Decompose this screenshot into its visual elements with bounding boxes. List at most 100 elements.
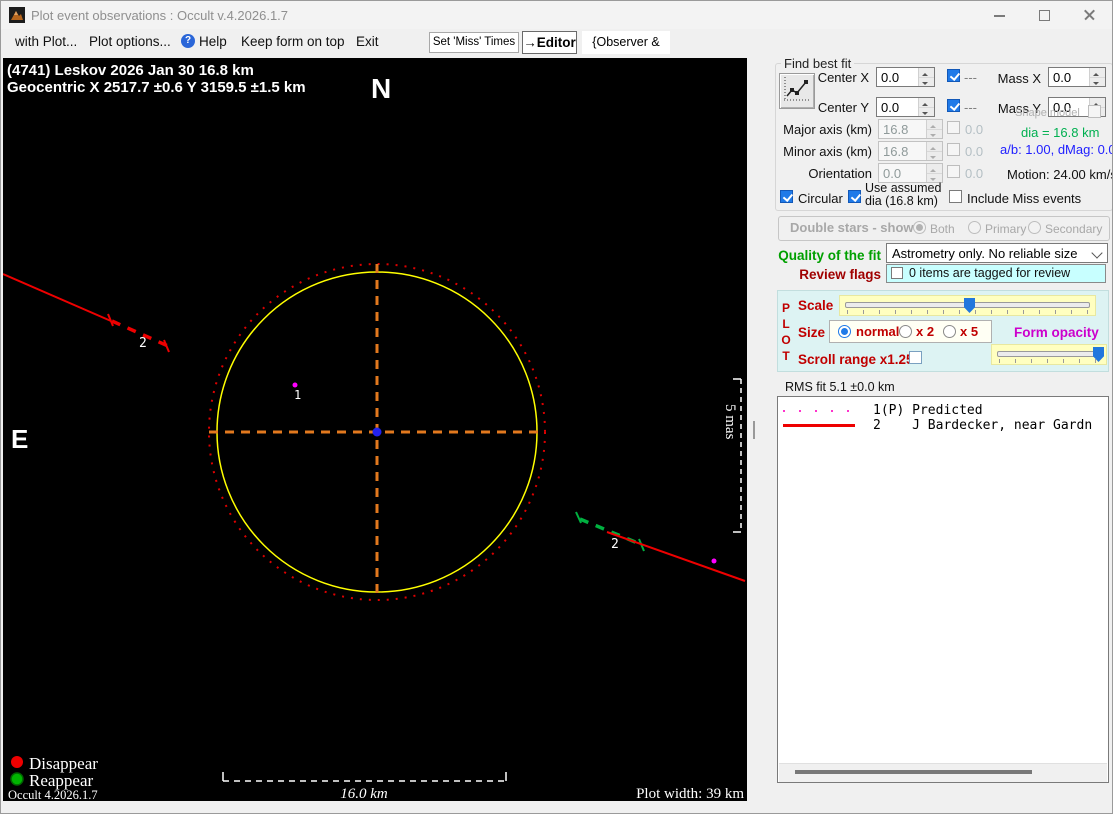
center-y-down-icon[interactable]: [919, 107, 934, 116]
list-item[interactable]: 1(P) Predicted: [778, 403, 1108, 418]
menu-plot-options[interactable]: Plot options...: [89, 34, 171, 49]
minor-down-icon[interactable]: [927, 151, 942, 160]
splitter-grip[interactable]: [753, 421, 755, 439]
center-x-value[interactable]: 0.0: [881, 70, 899, 85]
minor-axis-spinner[interactable]: 16.8: [878, 141, 943, 161]
maximize-icon: [1039, 10, 1050, 21]
minor-axis-label: Minor axis (km): [783, 144, 872, 159]
plot-canvas[interactable]: (4741) Leskov 2026 Jan 30 16.8 km Geocen…: [2, 58, 747, 802]
reappear-dot-icon: [10, 772, 24, 786]
major-up-icon[interactable]: [927, 120, 942, 130]
circular-label: Circular: [798, 191, 843, 206]
shape-model-checkbox[interactable]: [1088, 105, 1101, 118]
orientation-label: Orientation: [808, 166, 872, 181]
menu-help[interactable]: Help: [199, 34, 227, 49]
menu-with-plot[interactable]: with Plot...: [15, 34, 77, 49]
form-opacity-slider[interactable]: [991, 344, 1107, 365]
disappear-dot-icon: [11, 756, 23, 768]
center-x-up-icon[interactable]: [919, 68, 934, 78]
scroll-range-label: Scroll range x1.25: [798, 352, 914, 367]
plot-letter-p: P: [781, 301, 790, 315]
circular-checkbox[interactable]: [780, 190, 793, 203]
plot-title-line1: (4741) Leskov 2026 Jan 30 16.8 km: [7, 62, 254, 79]
plot-title-line2: Geocentric X 2517.7 ±0.6 Y 3159.5 ±1.5 k…: [7, 79, 306, 96]
maximize-button[interactable]: [1022, 1, 1067, 29]
major-flag-checkbox[interactable]: [947, 121, 960, 134]
quality-label: Quality of the fit: [778, 248, 881, 263]
hscale-label: 16.0 km: [340, 786, 388, 801]
center-x-dash: ---: [964, 70, 977, 85]
size-options-box: normal x 2 x 5: [829, 320, 992, 343]
use-assumed-label: Use assumed dia (16.8 km): [865, 182, 941, 208]
chord2-label-lower: 2: [611, 537, 619, 552]
double-secondary-label: Secondary: [1045, 222, 1103, 236]
center-x-down-icon[interactable]: [919, 77, 934, 86]
motion-text: Motion: 24.00 km/s: [1007, 167, 1113, 182]
app-icon: [9, 7, 25, 23]
editor-button[interactable]: →Editor: [522, 31, 577, 54]
center-x-spinner[interactable]: 0.0: [876, 67, 935, 87]
center-x-label: Center X: [817, 70, 869, 85]
scale-label: Scale: [798, 298, 834, 313]
predicted-line-sample-icon: [783, 410, 855, 412]
close-button[interactable]: [1067, 1, 1112, 29]
chevron-down-icon[interactable]: [1091, 247, 1103, 259]
quality-combobox[interactable]: Astrometry only. No reliable size: [886, 243, 1108, 263]
minimize-icon: [994, 15, 1005, 17]
center-y-dash: ---: [964, 100, 977, 115]
center-y-up-icon[interactable]: [919, 98, 934, 108]
star2-point: [711, 558, 717, 564]
center-y-spinner[interactable]: 0.0: [876, 97, 935, 117]
major-axis-spinner[interactable]: 16.8: [878, 119, 943, 139]
ab-dmag-text: a/b: 1.00, dMag: 0.00: [1000, 142, 1113, 157]
mass-x-value[interactable]: 0.0: [1053, 70, 1071, 85]
center-y-value[interactable]: 0.0: [881, 100, 899, 115]
mass-x-down-icon[interactable]: [1090, 77, 1105, 86]
major-down-icon[interactable]: [927, 129, 942, 138]
review-flags-text: 0 items are tagged for review: [909, 266, 1071, 280]
list-horizontal-scrollbar[interactable]: [779, 763, 1107, 782]
use-assumed-checkbox[interactable]: [848, 190, 861, 203]
size-x5-radio[interactable]: [943, 325, 956, 338]
plot-letter-t: T: [782, 349, 790, 363]
minimize-button[interactable]: [977, 1, 1022, 29]
observations-listbox[interactable]: 1(P) Predicted 2 J Bardecker, near Gardn: [777, 396, 1109, 783]
center-y-checkbox[interactable]: [947, 99, 960, 112]
orientation-flag-checkbox[interactable]: [947, 165, 960, 178]
menu-keep-on-top[interactable]: Keep form on top: [241, 34, 345, 49]
scroll-range-checkbox[interactable]: [909, 351, 922, 364]
menu-exit[interactable]: Exit: [356, 34, 379, 49]
size-label: Size: [798, 325, 826, 340]
include-miss-label: Include Miss events: [967, 191, 1082, 206]
double-both-radio[interactable]: [913, 221, 926, 234]
double-secondary-radio[interactable]: [1028, 221, 1041, 234]
plot-letter-l: L: [782, 317, 790, 331]
orientation-spinner[interactable]: 0.0: [878, 163, 943, 183]
review-flags-checkbox[interactable]: [891, 267, 903, 279]
plot-vertical-caption: P L O T: [779, 300, 793, 364]
mass-x-up-icon[interactable]: [1090, 68, 1105, 78]
help-icon[interactable]: ?: [181, 34, 195, 48]
double-primary-radio[interactable]: [968, 221, 981, 234]
major-axis-value: 16.8: [883, 122, 909, 137]
scale-slider[interactable]: [839, 295, 1096, 316]
minor-axis-value: 16.8: [883, 144, 909, 159]
include-miss-checkbox[interactable]: [949, 190, 962, 203]
center-point: [372, 427, 382, 437]
mass-x-label: Mass X: [997, 71, 1041, 86]
size-normal-radio[interactable]: [838, 325, 851, 338]
occultation-plot: (4741) Leskov 2026 Jan 30 16.8 km Geocen…: [2, 62, 746, 802]
minor-up-icon[interactable]: [927, 142, 942, 152]
orientation-up-icon[interactable]: [927, 164, 942, 174]
set-miss-times-button[interactable]: Set 'Miss' Times: [429, 32, 519, 53]
size-x2-radio[interactable]: [899, 325, 912, 338]
double-primary-label: Primary: [985, 222, 1027, 236]
observer-time-label[interactable]: {Observer & time}: [582, 31, 670, 72]
east-label: E: [11, 424, 28, 454]
list-item[interactable]: 2 J Bardecker, near Gardn: [778, 418, 1108, 433]
list-scrollbar-thumb[interactable]: [795, 770, 1032, 774]
center-x-checkbox[interactable]: [947, 69, 960, 82]
minor-flag-checkbox[interactable]: [947, 143, 960, 156]
mass-x-spinner[interactable]: 0.0: [1048, 67, 1106, 87]
version-label: Occult 4.2026.1.7: [8, 788, 98, 801]
